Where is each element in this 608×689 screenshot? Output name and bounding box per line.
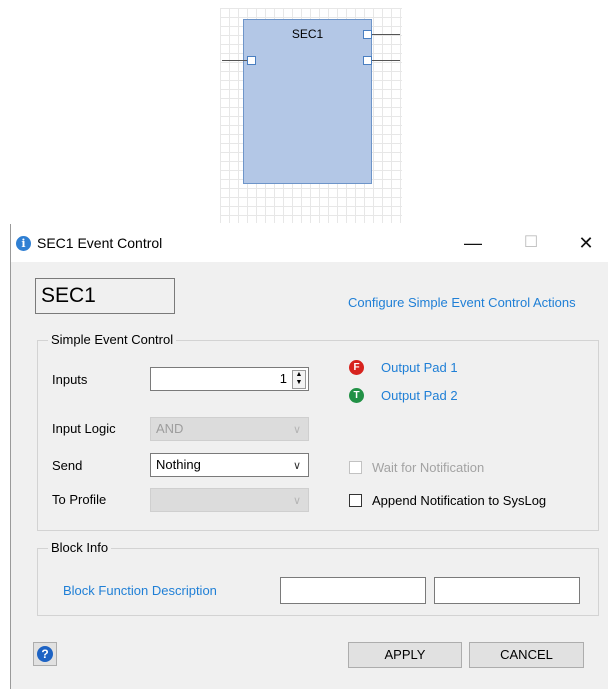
help-button[interactable]: ? [33,642,57,666]
input-pad-connector[interactable] [247,56,256,65]
event-control-dialog: i SEC1 Event Control — ☐ ✕ SEC1 Configur… [10,224,608,689]
help-icon: ? [37,646,53,662]
append-syslog-label: Append Notification to SysLog [372,493,547,508]
input-logic-select[interactable]: AND ∨ [150,417,309,441]
block-function-description-link[interactable]: Block Function Description [63,583,217,598]
inputs-label: Inputs [52,372,88,387]
chevron-down-icon: ∨ [292,424,301,436]
close-button[interactable]: ✕ [566,230,606,256]
simple-event-control-legend: Simple Event Control [48,332,177,347]
output-pad-1-connector[interactable] [363,30,372,39]
send-value: Nothing [156,457,201,472]
inputs-value: 1 [279,371,287,386]
to-profile-select[interactable]: ∨ [150,488,309,512]
minimize-button[interactable]: — [453,230,493,256]
send-label: Send [52,458,83,473]
append-syslog-checkbox[interactable] [349,494,362,507]
chevron-down-icon: ∨ [292,460,301,472]
title-bar[interactable]: i SEC1 Event Control — ☐ ✕ [11,224,608,262]
wait-for-notification-checkbox[interactable] [349,461,362,474]
chevron-down-icon: ∨ [292,495,301,507]
configure-actions-link[interactable]: Configure Simple Event Control Actions [348,295,576,310]
to-profile-label: To Profile [52,492,107,507]
output-pad-1-link[interactable]: Output Pad 1 [381,360,458,375]
sec1-block[interactable]: SEC1 [243,19,372,184]
block-info-field-1[interactable] [280,577,426,604]
cancel-button[interactable]: CANCEL [469,642,584,668]
input-wire [222,60,247,61]
input-logic-value: AND [156,421,184,436]
block-info-legend: Block Info [48,540,112,555]
inputs-stepper[interactable]: 1 ▲ ▼ [150,367,309,391]
output-pad-2-connector[interactable] [363,56,372,65]
true-pad-icon: T [349,388,364,403]
spin-arrows-icon[interactable]: ▲ ▼ [292,370,306,389]
input-logic-label: Input Logic [52,421,116,436]
maximize-button[interactable]: ☐ [511,230,551,256]
output-wire-1 [372,34,400,35]
info-icon: i [16,236,31,251]
block-title: SEC1 [291,27,324,41]
send-select[interactable]: Nothing ∨ [150,453,309,477]
false-pad-icon: F [349,360,364,375]
block-name-field[interactable]: SEC1 [35,278,175,314]
output-wire-2 [372,60,400,61]
window-title: SEC1 Event Control [37,235,163,251]
output-pad-2-link[interactable]: Output Pad 2 [381,388,458,403]
block-info-field-2[interactable] [434,577,580,604]
apply-button[interactable]: APPLY [348,642,462,668]
wait-for-notification-label: Wait for Notification [372,460,485,475]
